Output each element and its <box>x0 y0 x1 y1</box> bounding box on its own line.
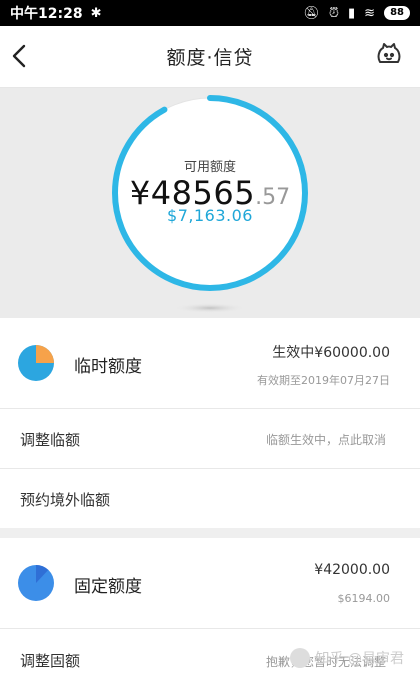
temp-quota-pie-icon <box>18 345 54 381</box>
fixed-quota-usd: $6194.00 <box>337 592 391 605</box>
nav-bar: 额度·信贷 <box>0 26 420 88</box>
bluetooth-icon: ✱ <box>90 5 102 21</box>
wifi-icon: ≋ <box>364 5 376 21</box>
watermark: 知乎 @易审君 <box>289 648 404 668</box>
zhihu-logo-icon <box>289 648 310 668</box>
gauge-shadow <box>174 303 246 313</box>
adjust-temp-quota-label: 调整临额 <box>20 431 81 449</box>
alarm-icon: ⏰︎ <box>328 5 340 21</box>
reserve-overseas-quota-row[interactable]: 预约境外临额 <box>0 468 420 528</box>
adjust-fixed-quota-label: 调整固额 <box>20 652 81 670</box>
fixed-quota-amount: ¥42000.00 <box>314 562 390 578</box>
available-credit-label: 可用额度 <box>183 160 236 175</box>
temp-quota-row[interactable]: 临时额度 生效中¥60000.00 有效期至2019年07月27日 <box>0 318 420 408</box>
battery-icon: 88 <box>384 6 410 20</box>
watermark-text: 知乎 @易审君 <box>315 651 404 667</box>
mute-icon: 🔕︎ <box>303 5 320 21</box>
available-credit-usd: $7,163.06 <box>167 206 253 225</box>
status-icons: 🔕︎ ⏰︎ ▮ ≋ 88 <box>303 6 410 21</box>
temp-quota-title: 临时额度 <box>74 357 142 377</box>
back-button[interactable] <box>6 41 36 71</box>
fixed-quota-row[interactable]: 固定额度 ¥42000.00 $6194.00 <box>0 538 420 628</box>
status-bar: 中午12:28 ✱ 🔕︎ ⏰︎ ▮ ≋ 88 <box>0 0 420 26</box>
temp-quota-validity: 有效期至2019年07月27日 <box>257 374 390 387</box>
adjust-temp-quota-row[interactable]: 调整临额 临额生效中，点此取消 <box>0 408 420 468</box>
screen: 中午12:28 ✱ 🔕︎ ⏰︎ ▮ ≋ 88 额度·信贷 可用额度 ¥48565… <box>0 0 420 686</box>
temp-quota-status-amount: 生效中¥60000.00 <box>272 345 390 361</box>
customer-service-button[interactable] <box>374 40 404 70</box>
chevron-left-icon <box>12 44 26 68</box>
adjust-temp-quota-hint: 临额生效中，点此取消 <box>265 433 386 447</box>
page-title: 额度·信贷 <box>166 47 254 69</box>
fixed-quota-title: 固定额度 <box>74 577 142 597</box>
fixed-quota-pie-icon <box>18 565 54 601</box>
reserve-overseas-quota-label: 预约境外临额 <box>20 491 111 509</box>
customer-service-icon <box>377 43 401 63</box>
temp-quota-pie-slice <box>36 345 54 363</box>
signal-icon: ▮ <box>348 5 356 21</box>
status-time: 中午12:28 <box>10 6 83 22</box>
